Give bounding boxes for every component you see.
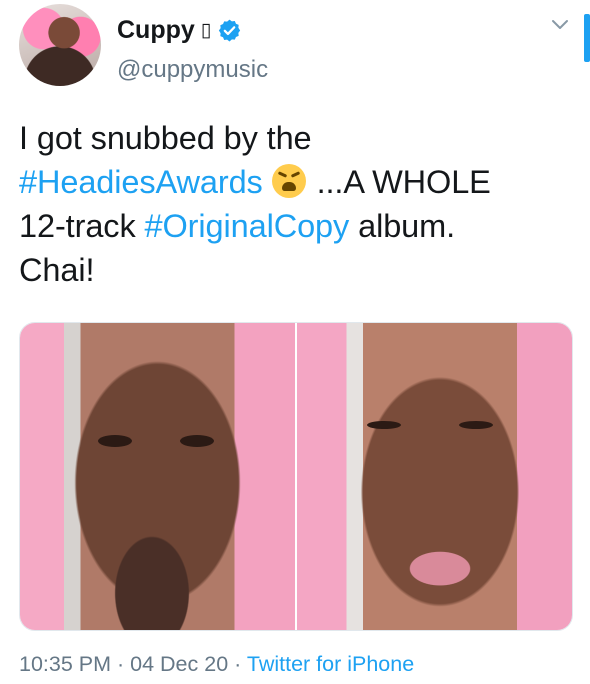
verified-badge-icon (219, 19, 241, 41)
media-grid (19, 322, 573, 631)
meta-separator: · (228, 652, 247, 676)
tweet-text-segment: 12-track (19, 208, 145, 244)
photo-detail (180, 435, 214, 447)
tweet-line-4: Chai! (19, 252, 95, 288)
tweet-line-3: 12-track #OriginalCopy album. (19, 204, 574, 248)
name-emoji: ▯ (200, 19, 212, 41)
tweet-date: 04 Dec 20 (130, 652, 229, 676)
tweet-line-1: I got snubbed by the (19, 120, 312, 156)
photo-detail (459, 421, 493, 429)
tweet-source-link[interactable]: Twitter for iPhone (247, 652, 414, 676)
scrollbar[interactable] (584, 14, 590, 62)
tweet-time: 10:35 PM (19, 652, 112, 676)
tweet-meta: 10:35 PM · 04 Dec 20 · Twitter for iPhon… (19, 652, 414, 677)
photo-right[interactable] (297, 323, 572, 630)
chevron-down-icon[interactable] (548, 12, 572, 36)
avatar[interactable] (19, 4, 101, 86)
tweet-text-segment: album. (349, 208, 456, 244)
author-name[interactable]: Cuppy (117, 16, 195, 45)
photo-left[interactable] (20, 323, 295, 630)
photo-detail (367, 421, 401, 429)
tweet-text: I got snubbed by the #HeadiesAwards ...A… (19, 116, 574, 292)
tweet-line-2: #HeadiesAwards ...A WHOLE (19, 160, 574, 204)
author-name-row[interactable]: Cuppy ▯ (117, 14, 242, 46)
hashtag-originalcopy-link[interactable]: #OriginalCopy (145, 208, 350, 244)
meta-separator: · (111, 652, 131, 676)
photo-detail (98, 435, 132, 447)
hashtag-headies-link[interactable]: #HeadiesAwards (19, 164, 263, 200)
tweet-text-segment: ...A WHOLE (307, 164, 491, 200)
weary-face-icon (271, 164, 306, 198)
author-handle[interactable]: @cuppymusic (117, 56, 268, 84)
